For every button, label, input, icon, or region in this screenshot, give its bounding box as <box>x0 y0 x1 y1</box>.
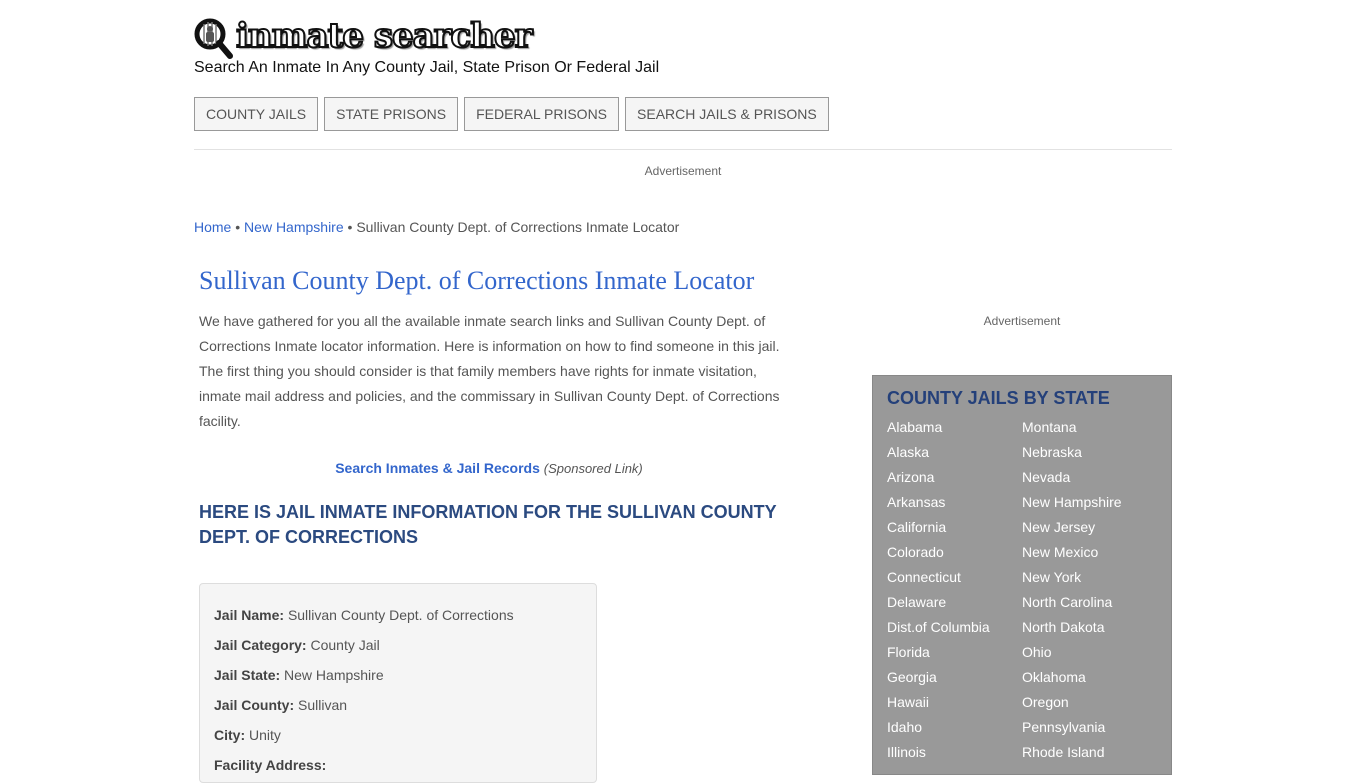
states-column-2: Montana Nebraska Nevada New Hampshire New Je… <box>1022 415 1157 765</box>
nav-search-jails-prisons[interactable]: SEARCH JAILS & PRISONS <box>625 97 829 131</box>
info-row-jail-county: Jail County: Sullivan <box>214 690 582 720</box>
state-link[interactable]: Georgia <box>887 665 1022 690</box>
state-link[interactable]: Connecticut <box>887 565 1022 590</box>
state-link[interactable]: Alaska <box>887 440 1022 465</box>
info-label: Facility Address: <box>214 757 327 773</box>
state-link[interactable]: New York <box>1022 565 1157 590</box>
state-link[interactable]: Alabama <box>887 415 1022 440</box>
intro-paragraph: We have gathered for you all the availab… <box>199 313 780 429</box>
jail-info-box: Jail Name: Sullivan County Dept. of Corr… <box>199 583 597 783</box>
state-link[interactable]: Nevada <box>1022 465 1157 490</box>
info-value: Sullivan <box>298 697 348 713</box>
state-link[interactable]: Hawaii <box>887 690 1022 715</box>
state-link[interactable]: Montana <box>1022 415 1157 440</box>
magnifier-inmate-icon <box>194 18 234 60</box>
breadcrumb-separator: • <box>235 219 241 235</box>
info-label: Jail Name: <box>214 607 285 623</box>
state-link[interactable]: Illinois <box>887 740 1022 765</box>
search-inmates-link[interactable]: Search Inmates & Jail Records <box>335 460 540 476</box>
state-link[interactable]: Colorado <box>887 540 1022 565</box>
state-link[interactable]: New Jersey <box>1022 515 1157 540</box>
state-link[interactable]: New Hampshire <box>1022 490 1157 515</box>
advertisement-label-sidebar: Advertisement <box>983 314 1061 328</box>
info-value: New Hampshire <box>284 667 384 683</box>
breadcrumb-home[interactable]: Home <box>194 219 231 235</box>
site-logo[interactable]: inmate searcher <box>194 16 533 60</box>
page-title: Sullivan County Dept. of Corrections Inm… <box>199 266 755 295</box>
info-label: City: <box>214 727 246 743</box>
info-row-facility-address: Facility Address: <box>214 750 582 780</box>
state-link[interactable]: Arizona <box>887 465 1022 490</box>
state-link[interactable]: Florida <box>887 640 1022 665</box>
state-link[interactable]: North Carolina <box>1022 590 1157 615</box>
state-link[interactable]: Dist.of Columbia <box>887 615 1022 640</box>
site-tagline: Search An Inmate In Any County Jail, Sta… <box>194 59 660 76</box>
state-link[interactable]: Idaho <box>887 715 1022 740</box>
sponsored-note: (Sponsored Link) <box>543 461 643 476</box>
info-row-jail-state: Jail State: New Hampshire <box>214 660 582 690</box>
breadcrumb-separator: • <box>347 219 353 235</box>
info-row-jail-category: Jail Category: County Jail <box>214 630 582 660</box>
nav-county-jails[interactable]: COUNTY JAILS <box>194 97 319 131</box>
info-label: Jail County: <box>214 697 295 713</box>
state-link[interactable]: Delaware <box>887 590 1022 615</box>
info-value: Sullivan County Dept. of Corrections <box>287 607 514 623</box>
info-row-jail-name: Jail Name: Sullivan County Dept. of Corr… <box>214 600 582 630</box>
advertisement-label-top: Advertisement <box>644 164 722 178</box>
state-link[interactable]: Nebraska <box>1022 440 1157 465</box>
breadcrumb: Home • New Hampshire • Sullivan County D… <box>194 219 679 235</box>
states-panel-title: COUNTY JAILS BY STATE <box>887 388 1110 408</box>
nav-federal-prisons[interactable]: FEDERAL PRISONS <box>464 97 620 131</box>
info-label: Jail Category: <box>214 637 307 653</box>
breadcrumb-state[interactable]: New Hampshire <box>244 219 344 235</box>
state-link[interactable]: California <box>887 515 1022 540</box>
info-label: Jail State: <box>214 667 281 683</box>
state-link[interactable]: Pennsylvania <box>1022 715 1157 740</box>
sponsored-link-block: Search Inmates & Jail Records (Sponsored… <box>199 460 779 476</box>
main-nav: COUNTY JAILS STATE PRISONS FEDERAL PRISO… <box>194 97 829 131</box>
state-link[interactable]: New Mexico <box>1022 540 1157 565</box>
state-link[interactable]: Oregon <box>1022 690 1157 715</box>
state-link[interactable]: Oklahoma <box>1022 665 1157 690</box>
info-row-city: City: Unity <box>214 720 582 750</box>
state-link[interactable]: Arkansas <box>887 490 1022 515</box>
state-link[interactable]: North Dakota <box>1022 615 1157 640</box>
state-link[interactable]: Ohio <box>1022 640 1157 665</box>
state-link[interactable]: Rhode Island <box>1022 740 1157 765</box>
logo-wordmark: inmate searcher <box>235 16 533 56</box>
breadcrumb-current: Sullivan County Dept. of Corrections Inm… <box>356 219 680 235</box>
county-jails-by-state-panel: COUNTY JAILS BY STATE Alabama Alaska Arizo… <box>872 375 1172 775</box>
header-divider <box>194 149 1172 150</box>
nav-state-prisons[interactable]: STATE PRISONS <box>324 97 459 131</box>
info-value: Unity <box>249 727 281 743</box>
section-heading: HERE IS JAIL INMATE INFORMATION FOR THE … <box>199 502 777 547</box>
info-value: County Jail <box>310 637 380 653</box>
states-column-1: Alabama Alaska Arizona Arkansas California Co… <box>887 415 1022 765</box>
